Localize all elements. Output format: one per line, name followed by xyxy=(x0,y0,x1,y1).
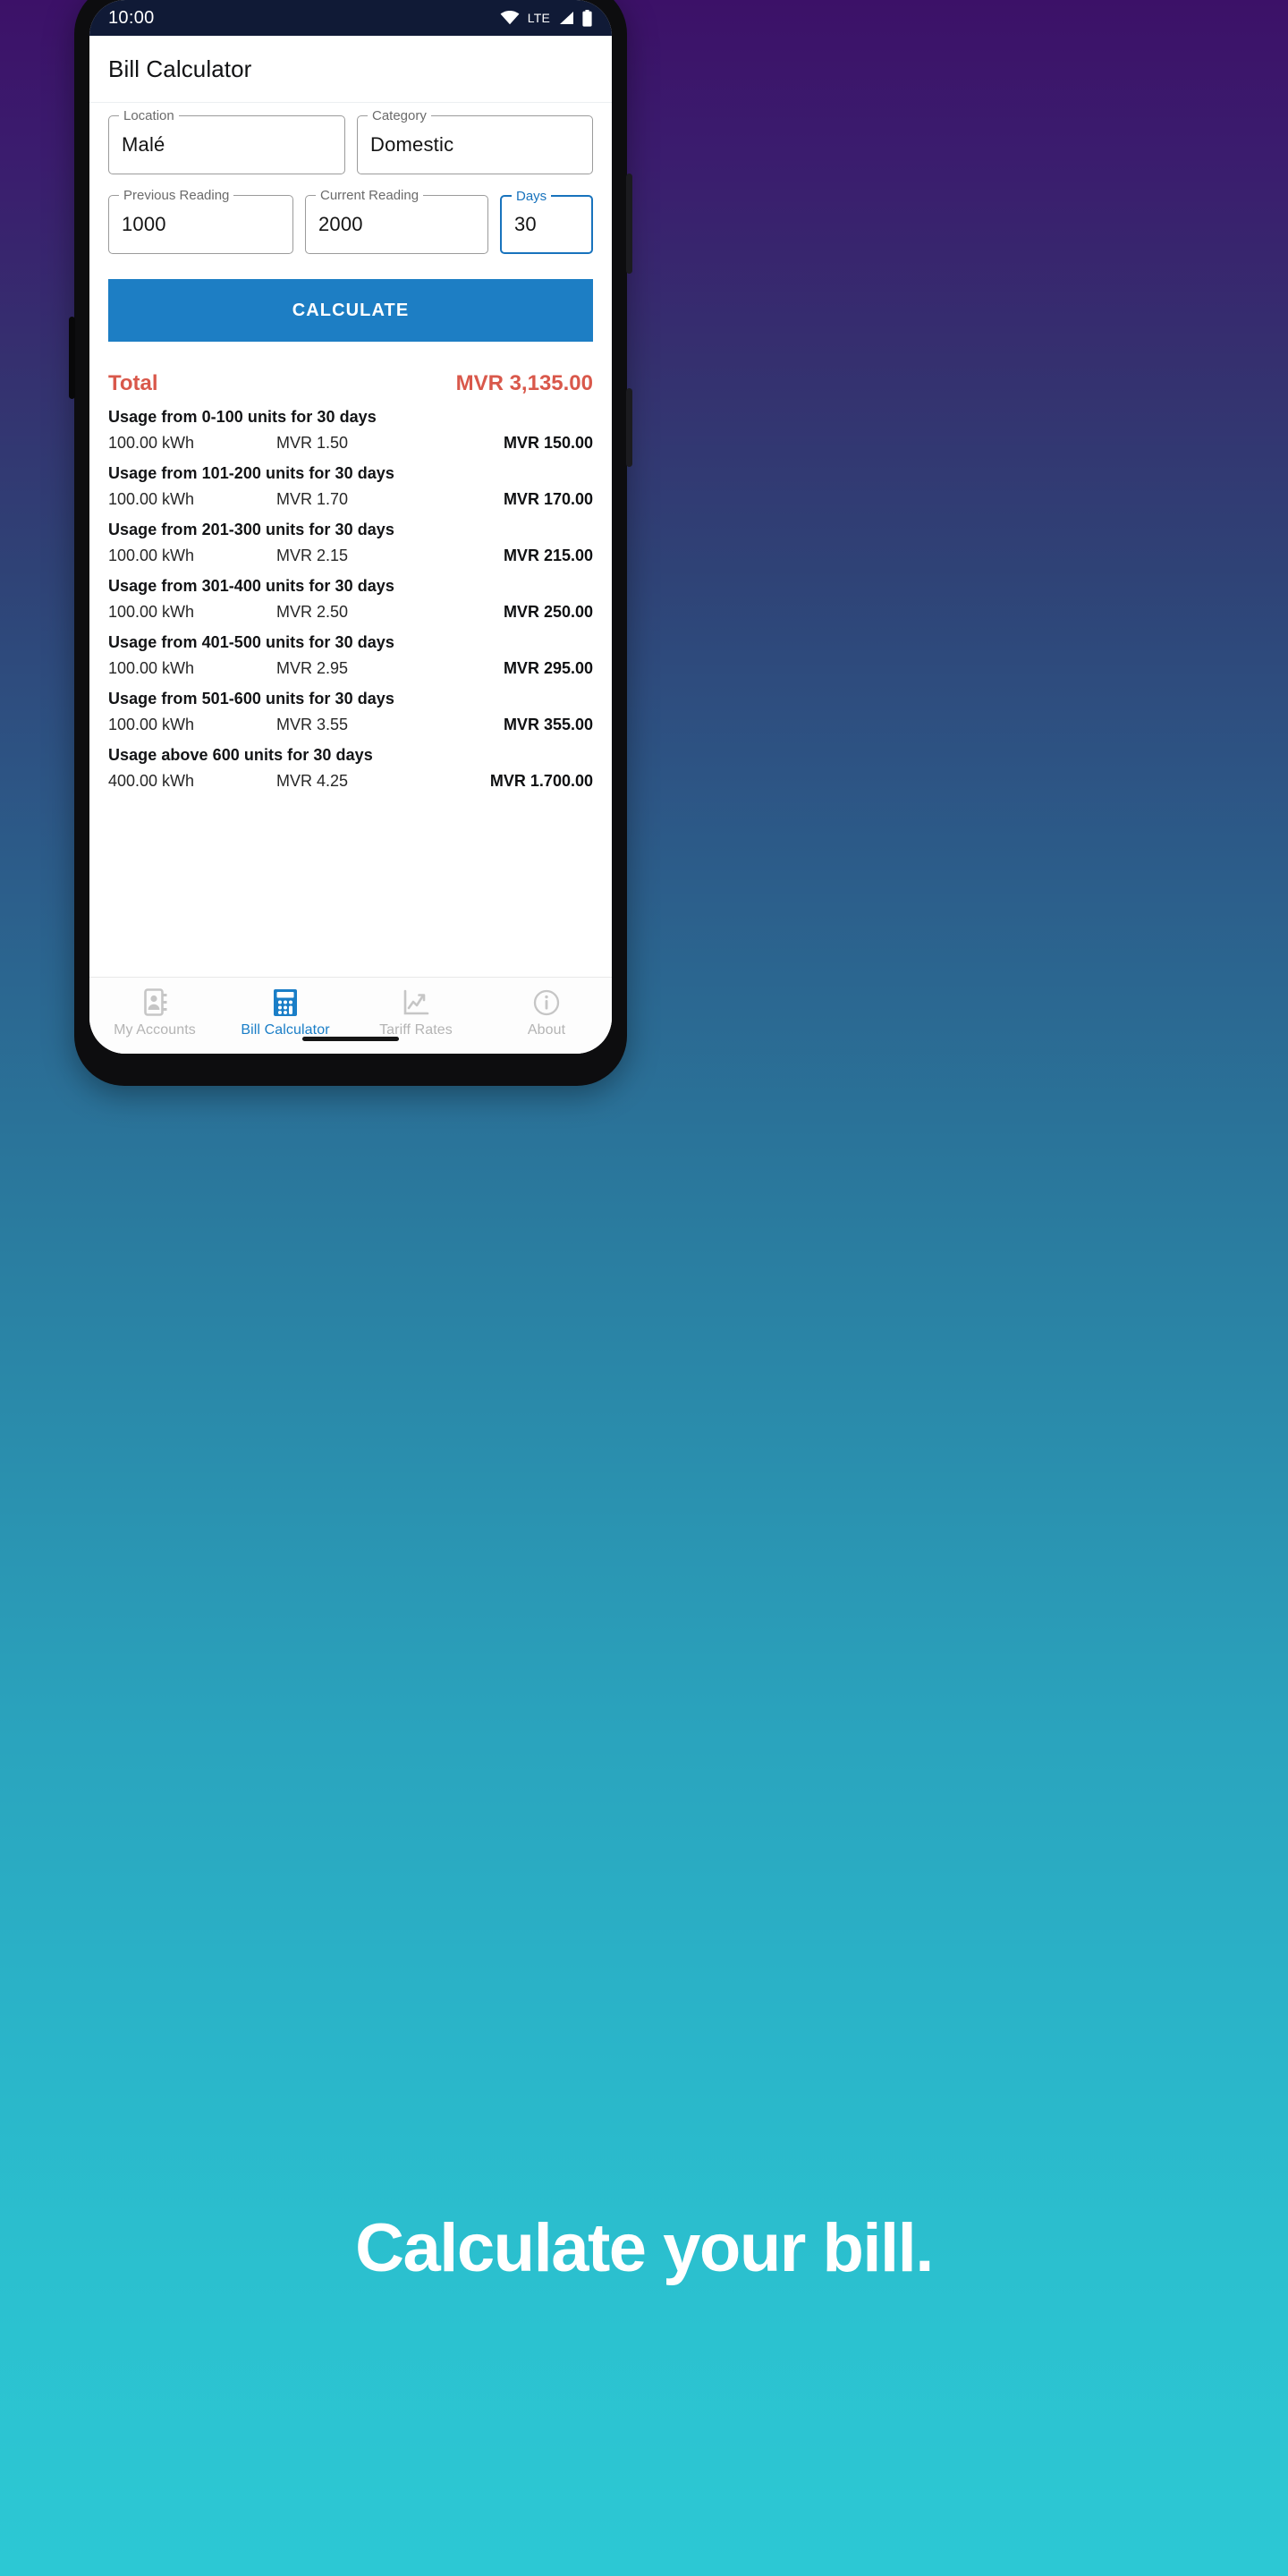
usage-amount: MVR 150.00 xyxy=(503,434,593,452)
usage-title: Usage from 201-300 units for 30 days xyxy=(108,521,394,538)
usage-values: 100.00 kWh MVR 1.50 MVR 150.00 xyxy=(108,434,593,453)
category-field-label: Category xyxy=(368,108,431,123)
usage-block: Usage from 301-400 units for 30 days 100.… xyxy=(108,577,593,622)
usage-title: Usage above 600 units for 30 days xyxy=(108,746,373,764)
bottom-navigation: My Accounts Bill Calculator Tariff Rates… xyxy=(89,977,612,1054)
power-button[interactable] xyxy=(626,174,632,274)
previous-reading-label: Previous Reading xyxy=(119,188,234,203)
usage-rows: Usage from 0-100 units for 30 days 100.00… xyxy=(108,408,593,791)
form-area: Location Malé Category Domestic Previous… xyxy=(89,103,612,254)
status-bar: 10:00 LTE xyxy=(89,0,612,36)
days-field-value: 30 xyxy=(514,213,537,235)
location-field-label: Location xyxy=(119,108,179,123)
status-time: 10:00 xyxy=(108,7,155,28)
current-reading-value: 2000 xyxy=(318,213,363,235)
usage-rate: MVR 3.55 xyxy=(276,716,349,733)
usage-rate: MVR 1.50 xyxy=(276,434,349,452)
home-indicator[interactable] xyxy=(302,1037,399,1041)
usage-rate: MVR 4.25 xyxy=(276,772,349,790)
results-list: Total MVR 3,135.00 Usage from 0-100 unit… xyxy=(89,342,612,977)
usage-block: Usage above 600 units for 30 days 400.00 … xyxy=(108,746,593,791)
usage-values: 100.00 kWh MVR 1.70 MVR 170.00 xyxy=(108,490,593,509)
field-row-2: Previous Reading 1000 Current Reading 20… xyxy=(108,188,593,254)
usage-values: 400.00 kWh MVR 4.25 MVR 1.700.00 xyxy=(108,772,593,791)
app-bar: Bill Calculator xyxy=(89,36,612,103)
usage-block: Usage from 401-500 units for 30 days 100.… xyxy=(108,633,593,678)
calculate-button[interactable]: CALCULATE xyxy=(108,279,593,342)
usage-rate: MVR 2.95 xyxy=(276,659,349,677)
usage-amount: MVR 295.00 xyxy=(503,659,593,677)
nav-item-tariff-rates[interactable]: Tariff Rates xyxy=(351,988,481,1038)
contact-card-icon xyxy=(143,988,167,1017)
nav-item-bill-calculator[interactable]: Bill Calculator xyxy=(220,988,351,1038)
days-field[interactable]: Days 30 xyxy=(500,189,593,254)
usage-amount: MVR 215.00 xyxy=(503,547,593,564)
wifi-icon xyxy=(500,11,520,25)
total-label: Total xyxy=(108,371,158,395)
usage-kwh: 400.00 kWh xyxy=(108,772,195,790)
previous-reading-value: 1000 xyxy=(122,213,166,235)
total-value: MVR 3,135.00 xyxy=(455,371,593,395)
nav-item-about[interactable]: About xyxy=(481,988,612,1038)
current-reading-field[interactable]: Current Reading 2000 xyxy=(305,188,488,254)
usage-title: Usage from 401-500 units for 30 days xyxy=(108,633,394,651)
total-row: Total MVR 3,135.00 xyxy=(108,371,593,396)
usage-block: Usage from 0-100 units for 30 days 100.00… xyxy=(108,408,593,453)
usage-amount: MVR 1.700.00 xyxy=(489,772,593,790)
category-field[interactable]: Category Domestic xyxy=(357,108,593,174)
usage-rate: MVR 2.50 xyxy=(276,603,349,621)
usage-block: Usage from 501-600 units for 30 days 100.… xyxy=(108,690,593,734)
page-title: Bill Calculator xyxy=(108,55,252,82)
usage-values: 100.00 kWh MVR 3.55 MVR 355.00 xyxy=(108,716,593,734)
usage-kwh: 100.00 kWh xyxy=(108,659,195,677)
nav-label-my-accounts: My Accounts xyxy=(114,1021,196,1038)
usage-amount: MVR 355.00 xyxy=(503,716,593,733)
nav-item-my-accounts[interactable]: My Accounts xyxy=(89,988,220,1038)
usage-values: 100.00 kWh MVR 2.15 MVR 215.00 xyxy=(108,547,593,565)
usage-rate: MVR 1.70 xyxy=(276,490,349,508)
signal-icon xyxy=(560,12,573,24)
calculator-icon xyxy=(273,988,298,1017)
phone-side-bezel xyxy=(69,317,75,399)
category-field-value: Domestic xyxy=(370,133,454,156)
nav-label-about: About xyxy=(527,1021,566,1038)
status-icons: LTE xyxy=(500,9,592,27)
usage-kwh: 100.00 kWh xyxy=(108,434,195,452)
location-field[interactable]: Location Malé xyxy=(108,108,345,174)
usage-rate: MVR 2.15 xyxy=(276,547,349,564)
volume-button[interactable] xyxy=(626,388,632,467)
usage-kwh: 100.00 kWh xyxy=(108,490,195,508)
usage-amount: MVR 250.00 xyxy=(503,603,593,621)
nav-label-bill-calculator: Bill Calculator xyxy=(241,1021,330,1038)
usage-values: 100.00 kWh MVR 2.50 MVR 250.00 xyxy=(108,603,593,622)
phone-screen: 10:00 LTE Bill Calculator Location Malé … xyxy=(89,0,612,1054)
usage-kwh: 100.00 kWh xyxy=(108,547,195,564)
phone-frame: 10:00 LTE Bill Calculator Location Malé … xyxy=(69,0,632,1086)
battery-icon xyxy=(582,9,592,27)
location-field-value: Malé xyxy=(122,133,165,156)
usage-amount: MVR 170.00 xyxy=(503,490,593,508)
usage-block: Usage from 101-200 units for 30 days 100.… xyxy=(108,464,593,509)
usage-kwh: 100.00 kWh xyxy=(108,716,195,733)
field-row-1: Location Malé Category Domestic xyxy=(108,108,593,174)
info-circle-icon xyxy=(533,988,560,1017)
usage-values: 100.00 kWh MVR 2.95 MVR 295.00 xyxy=(108,659,593,678)
nav-label-tariff-rates: Tariff Rates xyxy=(379,1021,453,1038)
usage-title: Usage from 301-400 units for 30 days xyxy=(108,577,394,595)
usage-title: Usage from 101-200 units for 30 days xyxy=(108,464,394,482)
previous-reading-field[interactable]: Previous Reading 1000 xyxy=(108,188,293,254)
current-reading-label: Current Reading xyxy=(316,188,424,203)
tagline: Calculate your bill. xyxy=(355,2210,934,2286)
days-field-label: Days xyxy=(512,189,552,204)
usage-title: Usage from 0-100 units for 30 days xyxy=(108,408,377,426)
usage-kwh: 100.00 kWh xyxy=(108,603,195,621)
usage-title: Usage from 501-600 units for 30 days xyxy=(108,690,394,708)
lte-label: LTE xyxy=(527,11,550,25)
usage-block: Usage from 201-300 units for 30 days 100.… xyxy=(108,521,593,565)
chart-trend-icon xyxy=(402,988,429,1017)
